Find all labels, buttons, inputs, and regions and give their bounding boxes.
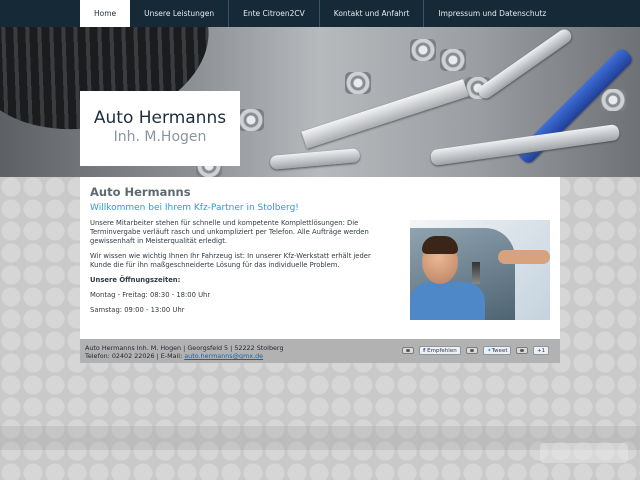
facebook-like-button[interactable]: f Empfehlen xyxy=(419,345,461,355)
footer-line-1: Auto Hermanns Inh. M. Hogen | Georgsfeld… xyxy=(85,344,284,352)
gplus-share: +1 xyxy=(516,345,550,355)
main-nav: Home Unsere Leistungen Ente Citroen2CV K… xyxy=(80,0,560,27)
facebook-share: f Empfehlen xyxy=(402,345,461,355)
camera-privacy-icon[interactable] xyxy=(402,346,414,354)
caliper-image xyxy=(301,79,469,149)
nut-image xyxy=(238,109,264,131)
footer: Auto Hermanns Inh. M. Hogen | Georgsfeld… xyxy=(80,339,560,363)
nut-image xyxy=(345,72,371,94)
footer-line-2: Telefon: 02402 22026 | E-Mail: auto.herm… xyxy=(85,352,264,360)
intro-text: Unsere Mitarbeiter stehen für schnelle u… xyxy=(90,219,390,321)
email-link[interactable]: auto.hermanns@gmx.de xyxy=(184,352,263,360)
twitter-share: ✦Tweet xyxy=(466,345,512,355)
paragraph: Unsere Mitarbeiter stehen für schnelle u… xyxy=(90,219,369,245)
facebook-icon: f xyxy=(423,347,426,354)
hours-saturday: Samstag: 09:00 - 13:00 Uhr xyxy=(90,306,185,314)
logo-subtitle: Inh. M.Hogen xyxy=(113,129,207,145)
nav-home[interactable]: Home xyxy=(80,0,131,27)
paragraph: Wir wissen wie wichtig Ihnen Ihr Fahrzeu… xyxy=(90,252,371,269)
nav-unsere-leistungen[interactable]: Unsere Leistungen xyxy=(130,0,230,27)
footer-address: Auto Hermanns Inh. M. Hogen | Georgsfeld… xyxy=(85,344,284,360)
nut-image xyxy=(440,49,466,71)
wrench-image xyxy=(475,27,575,102)
hero-banner: Auto Hermanns Inh. M.Hogen xyxy=(0,27,640,177)
gplus-button[interactable]: +1 xyxy=(533,345,550,355)
camera-privacy-icon[interactable] xyxy=(516,346,528,354)
nut-image xyxy=(410,39,436,61)
ghost-button xyxy=(540,443,628,463)
camera-privacy-icon[interactable] xyxy=(466,346,478,354)
nav-kontakt-und-anfahrt[interactable]: Kontakt und Anfahrt xyxy=(320,0,425,27)
top-navigation-bar: Home Unsere Leistungen Ente Citroen2CV K… xyxy=(0,0,640,27)
tweet-button[interactable]: ✦Tweet xyxy=(483,345,512,355)
hand-with-key xyxy=(498,250,550,264)
hours-heading: Unsere Öffnungszeiten: xyxy=(90,276,181,284)
page-subtitle: Willkommen bei Ihrem Kfz-Partner in Stol… xyxy=(90,203,299,213)
customer-car-photo xyxy=(410,220,550,320)
key-icon xyxy=(472,262,480,284)
logo-title: Auto Hermanns xyxy=(93,108,227,128)
wrench-image xyxy=(269,148,361,170)
man-shirt xyxy=(410,282,485,320)
nav-ente-citroen2cv[interactable]: Ente Citroen2CV xyxy=(229,0,320,27)
man-hair xyxy=(422,236,458,254)
nav-impressum-und-datenschutz[interactable]: Impressum und Datenschutz xyxy=(424,0,560,27)
page-title: Auto Hermanns xyxy=(90,185,191,199)
nut-image xyxy=(600,89,626,111)
main-content: Auto Hermanns Willkommen bei Ihrem Kfz-P… xyxy=(80,177,560,339)
logo-box: Auto Hermanns Inh. M.Hogen xyxy=(80,91,240,166)
hours-weekdays: Montag - Freitag: 08:30 - 18:00 Uhr xyxy=(90,291,211,299)
